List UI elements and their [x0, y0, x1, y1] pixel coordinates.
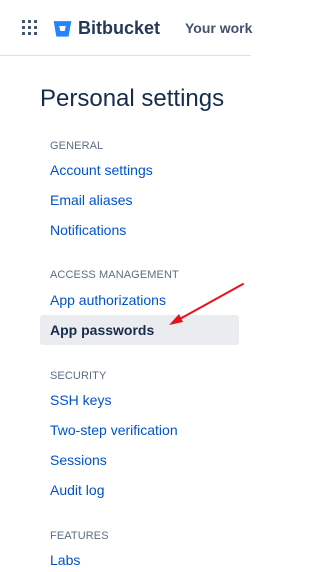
sidebar-item-labs[interactable]: Labs [50, 551, 80, 569]
sidebar-item-app-passwords[interactable]: App passwords [40, 315, 239, 345]
sidebar-item-app-authorizations[interactable]: App authorizations [50, 291, 166, 309]
brand-name: Bitbucket [78, 18, 161, 38]
sidebar-item-notifications[interactable]: Notifications [50, 221, 126, 239]
top-navigation-bar: Bitbucket Your work [0, 0, 252, 56]
sidebar-item-email-aliases[interactable]: Email aliases [50, 191, 132, 209]
sidebar-item-sessions[interactable]: Sessions [50, 451, 107, 469]
bitbucket-bucket-icon [53, 20, 72, 37]
section-heading-features: FEATURES [50, 530, 109, 542]
sidebar-item-ssh-keys[interactable]: SSH keys [50, 391, 111, 409]
section-heading-security: SECURITY [50, 370, 107, 382]
section-heading-general: GENERAL [50, 140, 104, 152]
page-title: Personal settings [40, 85, 225, 112]
sidebar-item-audit-log[interactable]: Audit log [50, 481, 104, 499]
nav-your-work[interactable]: Your work [185, 19, 252, 37]
sidebar-item-account-settings[interactable]: Account settings [50, 161, 153, 179]
app-switcher-icon[interactable] [22, 20, 37, 35]
section-heading-access-management: ACCESS MANAGEMENT [50, 269, 179, 281]
bitbucket-logo[interactable]: Bitbucket [53, 17, 160, 39]
sidebar-item-two-step-verification[interactable]: Two-step verification [50, 421, 178, 439]
